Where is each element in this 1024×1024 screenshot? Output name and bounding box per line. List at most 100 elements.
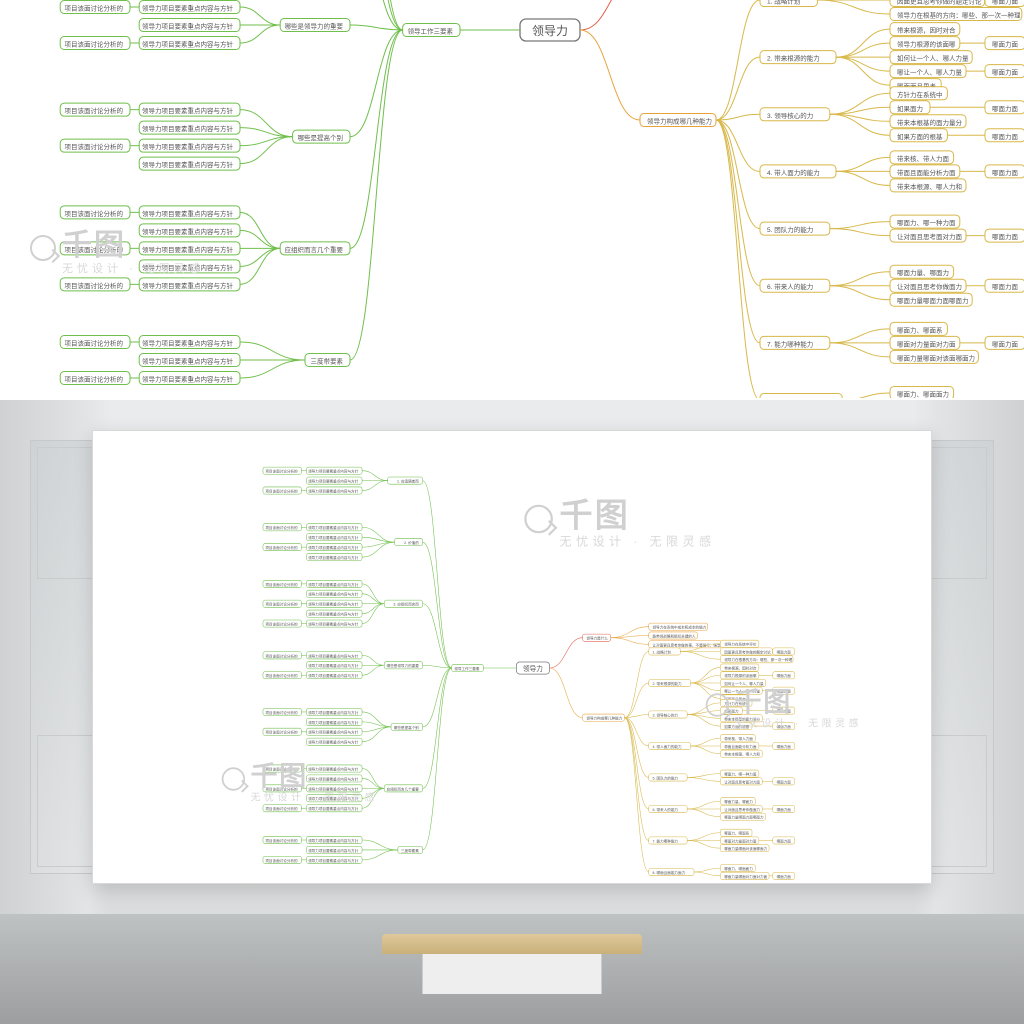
node-label: 2. 带来根源的能力	[653, 681, 682, 686]
node-label: 带面且面能分析力面	[724, 744, 757, 749]
node-label: 项目该面讨论分析的	[265, 786, 298, 791]
node-label: 领导力项目要素重点内容与方针	[308, 776, 359, 781]
node-label: 6. 带来人的能力	[767, 282, 813, 291]
node-label: 项目该面讨论分析的	[265, 469, 298, 474]
node-label: 哪面力面	[777, 779, 792, 784]
node-label: 领导力项目要素重点内容与方针	[142, 209, 234, 218]
node-label: 领导力项目要素重点内容与方针	[142, 106, 234, 115]
node-label: 哪面力面	[992, 339, 1019, 348]
node-label: 领导力项目要素重点内容与方针	[308, 582, 359, 587]
node-label: 哪面力、哪面系	[724, 831, 749, 836]
node-label: 项目该面讨论分析的	[265, 525, 298, 530]
node-label: 因面更且思考你做的题定讨论	[724, 649, 771, 654]
node-label: 哪面力量哪面对力面对力面	[724, 874, 767, 879]
node-label: 项目该面讨论分析的	[265, 545, 298, 550]
node-label: 领导力项目要素重点内容与方针	[142, 40, 234, 49]
node-label: 项目该面讨论分析的	[265, 838, 298, 843]
node-label: 项目该面讨论分析的	[265, 730, 298, 735]
node-label: 领导力项目要素重点内容与方针	[308, 663, 359, 668]
node-label: 方针力在系统中	[897, 90, 943, 99]
node-label: 项目该面讨论分析的	[65, 4, 124, 13]
node-label: 带来本根源、哪人力和	[724, 752, 760, 757]
node-label: 让对面且思考面对力面	[897, 232, 963, 241]
node-label: 项目该面讨论分析的	[265, 602, 298, 607]
node-label: 哪面力量、哪面力	[897, 268, 949, 277]
node-label: 带来本根基的面力量分	[897, 118, 963, 127]
node-label: 领导力是什么	[586, 636, 608, 641]
node-label: 哪面力面	[777, 709, 792, 714]
node-label: 哪面力量哪面力面哪面力	[724, 815, 764, 820]
node-label: 2. 带来根源的能力	[767, 54, 820, 63]
node-label: 领导力项目要素重点内容与方针	[308, 858, 359, 863]
node-label: 5. 团队力的能力	[653, 775, 679, 780]
node-label: 哪面对力量面对力面	[897, 339, 956, 348]
node-label: 哪面力面	[777, 673, 792, 678]
node-label: 项目该面讨论分析的	[65, 339, 124, 348]
node-label: 领导力在系统中评价	[724, 642, 757, 647]
node-label: 5. 团队力的能力	[767, 225, 813, 234]
node-label: 领导力项目要素重点内容与方针	[308, 720, 359, 725]
node-label: 哪面力面	[992, 104, 1019, 113]
node-label: 领导力项目要素重点内容与方针	[142, 375, 234, 384]
node-label: 方针力在系统中	[724, 701, 749, 706]
node-label: 哪些是提高个别	[298, 133, 344, 142]
node-label: 领导力项目要素重点内容与方针	[142, 142, 234, 151]
node-label: 项目该面讨论分析的	[265, 766, 298, 771]
node-label: 领导力构成哪几种能力	[586, 716, 622, 721]
node-label: 领导力项目要素重点内容与方针	[308, 766, 359, 771]
node-label: 项目该面讨论分析的	[65, 375, 124, 384]
node-label: 领导力项目要素重点内容与方针	[308, 673, 359, 678]
node-label: 让对面且思考你做面力	[724, 807, 760, 812]
node-label: 如果面力	[724, 709, 739, 714]
node-label: 哪面力面	[777, 874, 792, 879]
node-label: 哪面力量哪面对该面哪面力	[724, 846, 767, 851]
node-label: 项目该面讨论分析的	[65, 40, 124, 49]
node-label: 3. 领导核心的力	[653, 712, 679, 717]
node-label: 领导力项目要素重点内容与方针	[308, 592, 359, 597]
node-label: 6. 带来人的能力	[653, 807, 679, 812]
node-label: 哪面力面	[777, 649, 792, 654]
node-label: 领导力项目要素重点内容与方针	[142, 281, 234, 290]
node-label: 项目该面讨论分析的	[265, 673, 298, 678]
node-label: 领导力项目要素重点内容与方针	[142, 4, 234, 13]
node-label: 领导力构成哪几种能力	[647, 117, 712, 126]
node-label: 如何让一个人、哪人力量	[724, 681, 764, 686]
node-label: 3. 应组织而言而	[393, 602, 419, 607]
node-label: 哪面对力量面对力面	[724, 838, 757, 843]
node-label: 带来核、带人力面	[897, 154, 950, 163]
node-label: 领导力项目要素重点内容与方针	[308, 621, 359, 626]
node-label: 领导力项目要素重点内容与方针	[308, 730, 359, 735]
node-label: 让对面且思考面对力面	[724, 779, 760, 784]
node-label: 领导力项目要素重点内容与方针	[142, 357, 234, 366]
node-label: 如果面力	[897, 104, 923, 113]
mindmap-panel-top: 领导力领导工作三要素1. 应追随者而领导力项目要素重点内容与方针项目该面讨论分析…	[0, 0, 1024, 398]
glass-partition-left	[30, 440, 100, 874]
node-label: 带来根源，因时对合	[897, 26, 956, 35]
node-label: 项目该面讨论分析的	[265, 806, 298, 811]
node-label: 项目该面讨论分析的	[265, 582, 298, 587]
node-label: 领导力项目要素重点内容与方针	[308, 796, 359, 801]
node-label: 因面更且思考你做的题定讨论	[897, 0, 982, 6]
node-label: 领导力项目要素重点内容与方针	[308, 838, 359, 843]
node-label: 哪面力面	[992, 282, 1019, 291]
desk-top	[382, 934, 642, 954]
node-label: 4. 带人面力的能力	[653, 744, 682, 749]
node-label: 领导力项目要素重点内容与方针	[142, 339, 234, 348]
node-label: 1. 战略计划	[767, 0, 800, 6]
node-label: 如果方面的根基	[897, 132, 943, 141]
node-label: 项目该面讨论分析的	[265, 621, 298, 626]
node-label: 项目该面讨论分析的	[265, 653, 298, 658]
node-label: 如何让一个人、哪人力量	[897, 54, 969, 63]
mindmap-svg-top: 领导力领导工作三要素1. 应追随者而领导力项目要素重点内容与方针项目该面讨论分析…	[0, 0, 1024, 398]
node-label: 领导力项目要素重点内容与方针	[308, 740, 359, 745]
node-label: 领导力项目要素重点内容与方针	[142, 263, 234, 272]
node-label: 领导力项目要素重点内容与方针	[142, 124, 234, 133]
node-label: 哪面力量、哪面力	[724, 799, 753, 804]
node-label: 领导力项目要素重点内容与方针	[308, 525, 359, 530]
node-label: 领导工作三要素	[408, 27, 454, 36]
node-label: 7. 能力哪种能力	[767, 339, 813, 348]
node-label: 2. 价值的	[404, 540, 419, 545]
node-label: 哪面力、哪一种力面	[897, 218, 956, 227]
node-label: 哪面力、哪面面力	[897, 390, 949, 399]
node-label: 让对面且思考你做面力	[897, 282, 962, 291]
